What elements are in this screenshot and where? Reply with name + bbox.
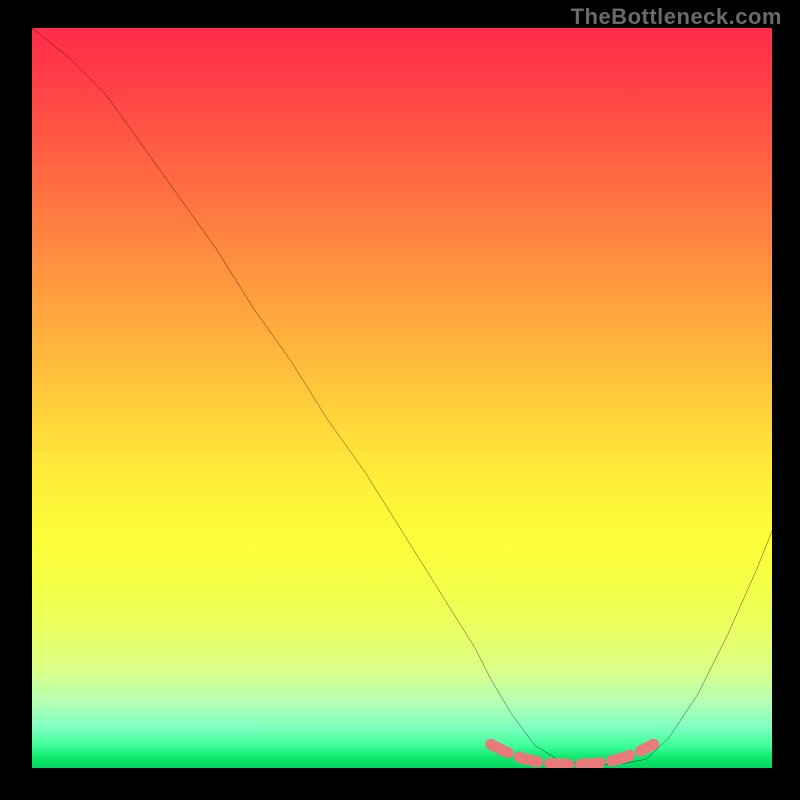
watermark-text: TheBottleneck.com — [571, 4, 782, 30]
optimal-zone-marker — [491, 744, 654, 764]
bottleneck-curve — [32, 28, 772, 765]
plot-area — [32, 28, 772, 768]
chart-frame: TheBottleneck.com — [0, 0, 800, 800]
chart-svg — [32, 28, 772, 768]
